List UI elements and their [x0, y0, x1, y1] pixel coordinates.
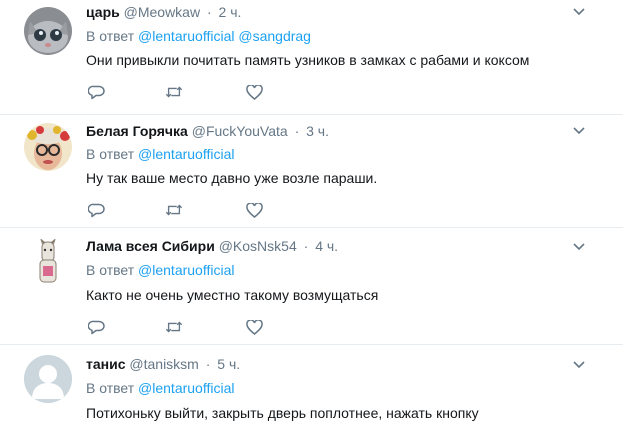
- heart-icon[interactable]: [245, 202, 263, 218]
- tweet-item[interactable]: Лама всея Сибири @KosNsk54 · 4 ч. В отве…: [0, 228, 623, 345]
- tweet-actions: [86, 202, 286, 218]
- tweet-text: Они привыкли почитать память узников в з…: [86, 52, 530, 68]
- timestamp[interactable]: 5 ч.: [217, 356, 240, 372]
- timestamp[interactable]: 3 ч.: [306, 123, 329, 139]
- user-handle[interactable]: @FuckYouVata: [192, 123, 288, 139]
- cat-face-avatar-icon: [24, 7, 72, 55]
- tweet-header: Лама всея Сибири @KosNsk54 · 4 ч.: [86, 238, 338, 254]
- display-name[interactable]: Белая Горячка: [86, 123, 188, 139]
- user-handle[interactable]: @KosNsk54: [219, 238, 297, 254]
- separator-dot: ·: [205, 356, 211, 372]
- mention-link[interactable]: @lentaruofficial: [138, 146, 234, 162]
- reply-context: В ответ @lentaruofficial: [86, 146, 234, 162]
- llama-avatar-icon: [24, 238, 72, 286]
- tweet-text: Както не очень уместно такому возмущатьс…: [86, 287, 379, 303]
- timestamp[interactable]: 2 ч.: [219, 4, 242, 20]
- reply-context: В ответ @lentaruofficial @sangdrag: [86, 28, 311, 44]
- separator-dot: ·: [303, 238, 309, 254]
- avatar-woman[interactable]: [24, 123, 72, 171]
- display-name[interactable]: царь: [86, 4, 120, 20]
- avatar-cat[interactable]: [24, 7, 72, 55]
- mention-link[interactable]: @lentaruofficial: [138, 380, 234, 396]
- tweet-header: Белая Горячка @FuckYouVata · 3 ч.: [86, 123, 329, 139]
- reply-icon[interactable]: [87, 84, 105, 100]
- tweet-header: танис @tanisksm · 5 ч.: [86, 356, 240, 372]
- tweet-header: царь @Meowkaw · 2 ч.: [86, 4, 241, 20]
- reply-context: В ответ @lentaruofficial: [86, 262, 234, 278]
- reply-context: В ответ @lentaruofficial: [86, 380, 234, 396]
- reply-prefix: В ответ: [86, 380, 135, 396]
- reply-icon[interactable]: [87, 202, 105, 218]
- separator-dot: ·: [206, 4, 212, 20]
- user-handle[interactable]: @Meowkaw: [124, 4, 200, 20]
- chevron-down-icon[interactable]: [571, 358, 587, 372]
- retweet-icon[interactable]: [165, 84, 183, 100]
- avatar-default[interactable]: [24, 355, 72, 403]
- mention-link[interactable]: @lentaruofficial: [138, 262, 234, 278]
- mention-link[interactable]: @sangdrag: [238, 28, 311, 44]
- display-name[interactable]: Лама всея Сибири: [86, 238, 215, 254]
- reply-feed: царь @Meowkaw · 2 ч. В ответ @lentaruoff…: [0, 0, 623, 429]
- avatar-llama[interactable]: [24, 238, 72, 286]
- reply-prefix: В ответ: [86, 146, 135, 162]
- woman-glasses-flowers-avatar-icon: [24, 123, 72, 171]
- chevron-down-icon[interactable]: [571, 124, 587, 138]
- default-user-avatar-icon: [24, 355, 72, 403]
- tweet-actions: [86, 84, 286, 100]
- display-name[interactable]: танис: [86, 356, 126, 372]
- tweet-item[interactable]: Белая Горячка @FuckYouVata · 3 ч. В отве…: [0, 115, 623, 228]
- timestamp[interactable]: 4 ч.: [315, 238, 338, 254]
- tweet-text: Ну так ваше место давно уже возле параши…: [86, 170, 378, 186]
- tweet-actions: [86, 319, 286, 335]
- reply-prefix: В ответ: [86, 28, 135, 44]
- user-handle[interactable]: @tanisksm: [129, 356, 198, 372]
- chevron-down-icon[interactable]: [571, 240, 587, 254]
- tweet-item[interactable]: царь @Meowkaw · 2 ч. В ответ @lentaruoff…: [0, 0, 623, 115]
- heart-icon[interactable]: [245, 319, 263, 335]
- chevron-down-icon[interactable]: [571, 5, 587, 19]
- tweet-text: Потихоньку выйти, закрыть дверь поплотне…: [86, 405, 479, 421]
- tweet-item[interactable]: танис @tanisksm · 5 ч. В ответ @lentaruo…: [0, 345, 623, 429]
- reply-icon[interactable]: [87, 319, 105, 335]
- mention-link[interactable]: @lentaruofficial: [138, 28, 234, 44]
- retweet-icon[interactable]: [165, 202, 183, 218]
- reply-prefix: В ответ: [86, 262, 135, 278]
- heart-icon[interactable]: [245, 84, 263, 100]
- separator-dot: ·: [294, 123, 300, 139]
- retweet-icon[interactable]: [165, 319, 183, 335]
